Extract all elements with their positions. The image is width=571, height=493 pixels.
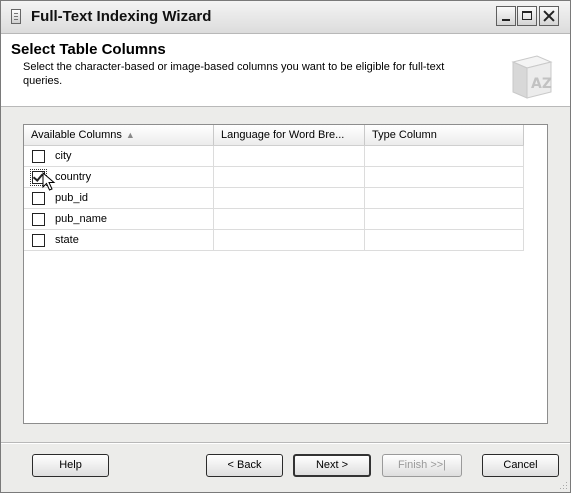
column-checkbox[interactable] bbox=[32, 233, 45, 247]
available-column-cell[interactable]: city bbox=[24, 145, 214, 167]
type-column-cell[interactable] bbox=[364, 187, 524, 209]
wizard-header: Select Table Columns Select the characte… bbox=[1, 34, 570, 107]
language-cell[interactable] bbox=[213, 145, 365, 167]
table-row[interactable]: pub_name bbox=[24, 208, 524, 230]
column-name: city bbox=[55, 150, 72, 162]
finish-button[interactable]: Finish >>| bbox=[382, 454, 462, 477]
wizard-icon bbox=[11, 9, 21, 24]
columns-grid[interactable]: Available Columns ▲ Language for Word Bre… bbox=[23, 124, 548, 424]
column-header-label: Type Column bbox=[372, 129, 437, 141]
available-column-cell[interactable]: state bbox=[24, 229, 214, 251]
close-button[interactable] bbox=[539, 6, 559, 26]
mouse-pointer-icon bbox=[42, 172, 56, 191]
table-row[interactable]: state bbox=[24, 229, 524, 251]
columns-table: Available Columns ▲ Language for Word Bre… bbox=[24, 125, 524, 251]
column-checkbox[interactable] bbox=[32, 149, 45, 163]
help-button[interactable]: Help bbox=[32, 454, 109, 477]
available-column-cell[interactable]: pub_name bbox=[24, 208, 214, 230]
window-title: Full-Text Indexing Wizard bbox=[31, 8, 212, 25]
column-name: country bbox=[55, 171, 92, 183]
column-header-type[interactable]: Type Column bbox=[364, 125, 524, 146]
az-book-icon: AZ bbox=[511, 55, 553, 99]
column-header-language[interactable]: Language for Word Bre... bbox=[213, 125, 365, 146]
language-cell[interactable] bbox=[213, 166, 365, 188]
cancel-button[interactable]: Cancel bbox=[482, 454, 559, 477]
column-checkbox[interactable] bbox=[32, 191, 45, 205]
table-row[interactable]: city bbox=[24, 145, 524, 167]
column-name: pub_id bbox=[55, 192, 89, 204]
column-checkbox[interactable] bbox=[32, 212, 45, 226]
page-description: Select the character-based or image-base… bbox=[23, 61, 445, 87]
type-column-cell[interactable] bbox=[364, 145, 524, 167]
column-header-available[interactable]: Available Columns ▲ bbox=[24, 125, 214, 146]
column-name: state bbox=[55, 234, 79, 246]
type-column-cell[interactable] bbox=[364, 208, 524, 230]
footer-separator bbox=[1, 442, 570, 444]
grid-header-row: Available Columns ▲ Language for Word Bre… bbox=[24, 125, 524, 146]
svg-text:AZ: AZ bbox=[531, 76, 552, 92]
column-name: pub_name bbox=[55, 213, 107, 225]
maximize-button[interactable] bbox=[517, 6, 537, 26]
table-row[interactable]: country bbox=[24, 166, 524, 188]
type-column-cell[interactable] bbox=[364, 229, 524, 251]
column-header-label: Available Columns bbox=[31, 129, 122, 141]
language-cell[interactable] bbox=[213, 187, 365, 209]
minimize-button[interactable] bbox=[496, 6, 516, 26]
back-button[interactable]: < Back bbox=[206, 454, 283, 477]
language-cell[interactable] bbox=[213, 208, 365, 230]
type-column-cell[interactable] bbox=[364, 166, 524, 188]
sort-ascending-icon: ▲ bbox=[125, 130, 135, 140]
next-button[interactable]: Next > bbox=[293, 454, 371, 477]
title-bar[interactable]: Full-Text Indexing Wizard bbox=[1, 1, 570, 34]
language-cell[interactable] bbox=[213, 229, 365, 251]
wizard-window: Full-Text Indexing Wizard Select Table C… bbox=[0, 0, 571, 493]
page-title: Select Table Columns bbox=[11, 41, 166, 58]
table-row[interactable]: pub_id bbox=[24, 187, 524, 209]
resize-grip-icon[interactable] bbox=[558, 480, 568, 490]
column-header-label: Language for Word Bre... bbox=[221, 129, 345, 141]
